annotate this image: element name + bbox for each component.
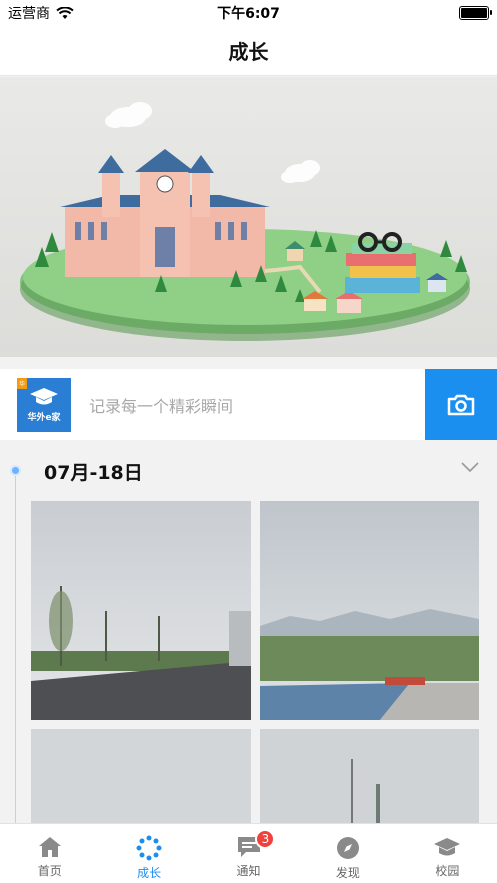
tab-bar: 首页 成长 通知 3 发现 校园 — [0, 823, 497, 883]
tab-campus[interactable]: 校园 — [398, 824, 497, 883]
tab-label: 发现 — [335, 866, 360, 880]
photo-thumbnail[interactable] — [260, 501, 479, 720]
tab-growth[interactable]: 成长 — [99, 824, 198, 883]
graduation-cap-icon — [434, 838, 461, 856]
photo-thumbnail[interactable] — [31, 729, 251, 823]
record-input-placeholder[interactable]: 记录每一个精彩瞬间 — [89, 393, 425, 417]
graduation-cap-logo-icon — [30, 388, 58, 405]
tab-label: 成长 — [137, 866, 162, 880]
page-title: 成长 — [0, 26, 497, 76]
tab-home[interactable]: 首页 — [0, 824, 99, 883]
clock: 下午6:07 — [217, 6, 280, 22]
carrier-label: 运营商 — [8, 6, 50, 22]
hero-banner — [0, 77, 497, 357]
school-logo: 华 华外e家 — [17, 377, 71, 432]
timeline-line — [15, 470, 16, 823]
camera-button[interactable] — [425, 369, 497, 440]
photo-thumbnail[interactable] — [260, 729, 479, 823]
record-moment-bar[interactable]: 华 华外e家 记录每一个精彩瞬间 — [0, 369, 497, 440]
tab-label: 通知 — [236, 864, 261, 878]
compass-icon — [336, 837, 359, 859]
timeline-date: 07月-18日 — [44, 462, 143, 484]
battery-icon — [459, 6, 492, 20]
wifi-icon — [56, 6, 74, 19]
logo-name: 华外e家 — [27, 413, 61, 423]
timeline: 07月-18日 — [0, 440, 497, 823]
tab-label: 校园 — [435, 864, 460, 878]
timeline-dot — [10, 465, 21, 476]
home-icon — [38, 837, 61, 857]
chevron-down-icon[interactable] — [461, 462, 479, 472]
status-bar: 运营商 下午6:07 — [0, 0, 497, 26]
photo-thumbnail[interactable] — [31, 501, 251, 720]
notification-badge: 3 — [255, 829, 276, 849]
tab-discover[interactable]: 发现 — [298, 824, 397, 883]
tab-notifications[interactable]: 通知 3 — [199, 824, 298, 883]
growth-icon — [136, 835, 162, 861]
campus-illustration — [20, 102, 470, 341]
logo-tag: 华 — [17, 377, 28, 389]
tab-label: 首页 — [37, 864, 62, 878]
camera-icon — [447, 394, 475, 415]
